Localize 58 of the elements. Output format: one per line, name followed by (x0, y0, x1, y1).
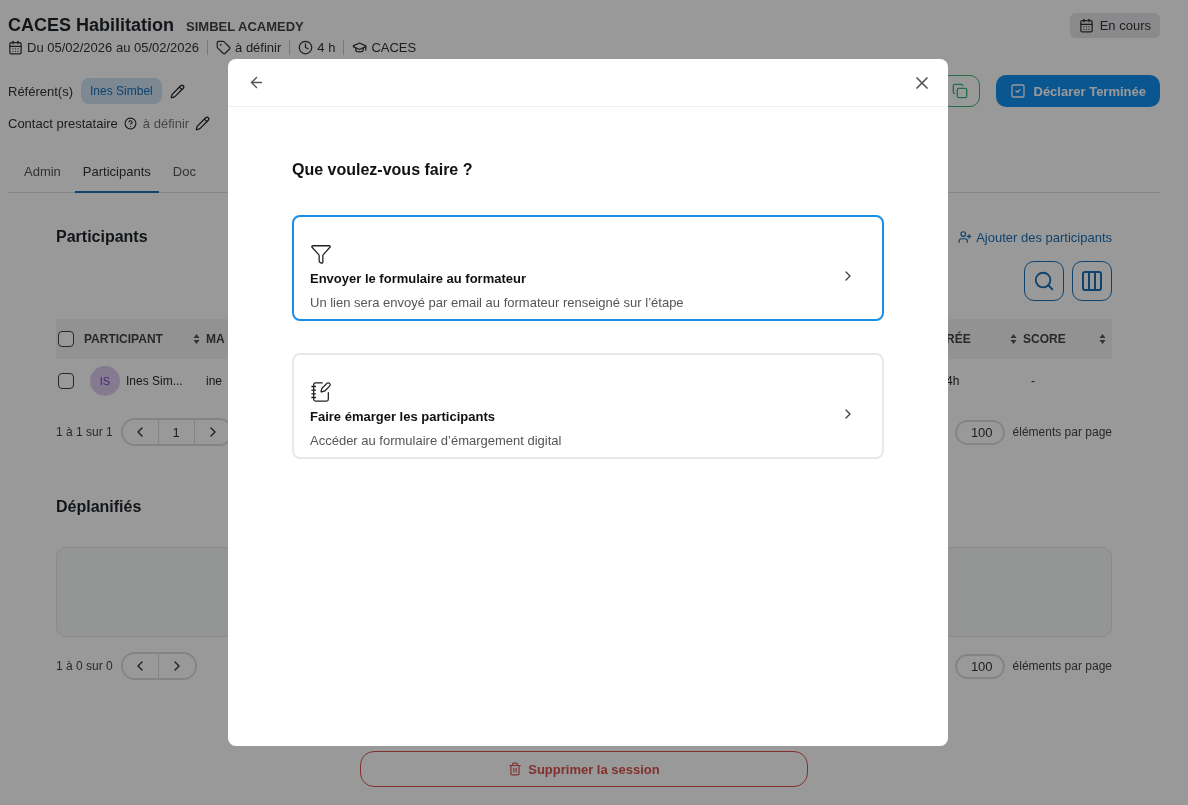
tab[interactable]: Participants (74, 151, 159, 193)
score-cell: - (1031, 374, 1035, 388)
session-dates: Du 05/02/2026 au 05/02/2026 (27, 39, 200, 55)
page-size-select[interactable]: 100 (954, 653, 1005, 679)
session-category: CACES (371, 39, 417, 55)
columns-button[interactable] (1072, 261, 1112, 301)
notebook-pen-icon (310, 380, 332, 403)
sort-icon (1099, 333, 1106, 345)
funnel-icon (310, 242, 332, 265)
table-cell: ine (206, 374, 222, 388)
checkbox-icon (1009, 83, 1026, 99)
finish-button[interactable]: Déclarer Terminée (995, 75, 1160, 107)
contact-value: à définir (142, 115, 190, 131)
tab[interactable]: Doc (164, 151, 204, 193)
add-participants-link[interactable]: Ajouter des participants (958, 229, 1112, 245)
session-title: CACES Habilitation (8, 14, 174, 36)
pagination-range: 1 à 1 sur 1 (56, 425, 113, 439)
select-all-checkbox[interactable] (58, 331, 74, 347)
clock-icon (298, 39, 314, 55)
section-title: Déplanifiés (56, 498, 142, 516)
section-title: Participants (56, 228, 148, 246)
sort-icon (193, 333, 200, 345)
column-header[interactable]: MA (206, 332, 225, 346)
search-button[interactable] (1024, 261, 1064, 301)
session-duration: 4 h (317, 39, 336, 55)
dialog-title: Que voulez-vous faire ? (292, 161, 474, 179)
participant-name: Ines Sim... (126, 374, 183, 388)
page-size-select[interactable]: 100 (954, 419, 1005, 445)
option-card[interactable]: Faire émarger les participants Accéder au formulaire d’émargement digital (292, 353, 884, 459)
tab[interactable]: Admin (16, 151, 69, 193)
column-header[interactable]: SCORE (1023, 332, 1066, 346)
referents-label: Référent(s) (8, 83, 74, 99)
contact-label: Contact prestataire (8, 115, 118, 131)
page-size-label: éléments par page (1012, 659, 1112, 673)
organization-name: SIMBEL ACAMEDY (186, 18, 304, 34)
search-icon (1033, 270, 1055, 292)
edit-icon (169, 83, 185, 99)
columns-icon (1080, 269, 1104, 293)
graduation-cap-icon (352, 39, 368, 55)
option-card[interactable]: Envoyer le formulaire au formateur Un lien sera envoyé par email au formateur renseigné sur l’étape (292, 215, 884, 321)
help-icon (123, 116, 137, 130)
sort-icon (1010, 333, 1017, 345)
calendar-icon (1078, 17, 1094, 33)
tag-icon (216, 39, 232, 55)
delete-session-button[interactable]: Supprimer la session (360, 751, 808, 787)
calendar-icon (8, 39, 23, 55)
session-location: à définir (235, 39, 282, 55)
referent-chip: Ines Simbel (81, 78, 162, 104)
trash-icon (508, 762, 523, 776)
status-badge: En cours (1069, 12, 1160, 38)
user-plus-icon (958, 230, 973, 244)
row-checkbox[interactable] (58, 373, 74, 389)
column-header[interactable]: PARTICIPANT (84, 332, 163, 346)
page-size-label: éléments par page (1012, 425, 1112, 439)
copy-icon (951, 83, 968, 99)
pagination-range: 1 à 0 sur 0 (56, 659, 113, 673)
avatar: IS (90, 366, 120, 396)
edit-icon (195, 115, 211, 131)
